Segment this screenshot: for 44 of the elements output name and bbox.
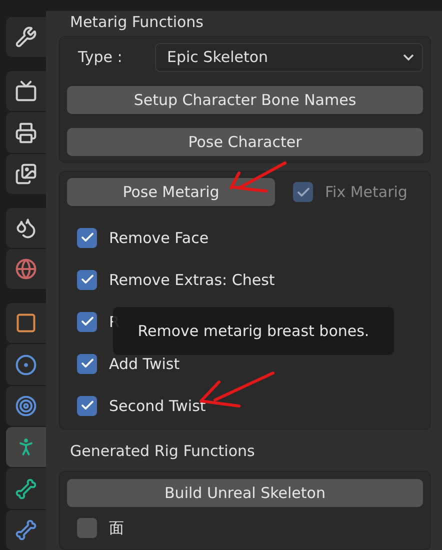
option-label: Remove Face: [109, 228, 209, 249]
monitor-icon: [15, 80, 37, 102]
sidebar-tab[interactable]: [6, 386, 46, 426]
printer-icon: [15, 122, 37, 144]
checkbox[interactable]: [77, 354, 97, 374]
section-title: Metarig Functions: [69, 12, 204, 33]
circle-dot-icon: [15, 354, 37, 376]
bone-icon: [15, 478, 37, 500]
action-button[interactable]: Build Unreal Skeleton: [67, 479, 423, 507]
square-icon: [15, 312, 37, 334]
option-label: R: [109, 312, 120, 333]
checkbox[interactable]: [77, 312, 97, 332]
sidebar-tab[interactable]: [6, 468, 46, 509]
globe-icon: [15, 258, 37, 280]
chevron-icon: [403, 54, 414, 61]
sidebar-tab[interactable]: [6, 208, 46, 248]
target-icon: [15, 394, 37, 417]
sidebar-tab[interactable]: [6, 427, 46, 468]
bone-icon: [15, 518, 37, 541]
checkbox[interactable]: [77, 518, 97, 538]
sidebar-tab[interactable]: [6, 71, 46, 112]
option-label: Remove Extras: Chest: [109, 270, 275, 291]
checkbox[interactable]: [77, 228, 97, 248]
section-title: Generated Rig Functions: [69, 441, 255, 462]
dropdown-value: Epic Skeleton: [167, 47, 268, 68]
wrench-icon: [15, 26, 37, 48]
action-button[interactable]: Pose Metarig: [67, 178, 275, 206]
checkbox[interactable]: [77, 270, 97, 290]
checkbox[interactable]: [77, 396, 97, 416]
option-label: Add Twist: [109, 354, 180, 375]
sidebar-tab[interactable]: [6, 303, 46, 344]
sidebar-tab[interactable]: [6, 154, 46, 194]
option-label: Fix Metarig: [325, 182, 408, 204]
images-icon: [15, 162, 37, 185]
droplets-icon: [15, 216, 37, 239]
action-button[interactable]: Setup Character Bone Names: [67, 86, 423, 114]
type-label: Type :: [77, 47, 124, 68]
type-dropdown[interactable]: Epic Skeleton: [155, 42, 423, 72]
sidebar-tab[interactable]: [6, 17, 46, 58]
option-label: 面: [109, 518, 124, 539]
action-button[interactable]: Pose Character: [67, 128, 423, 156]
sidebar-tab[interactable]: [6, 510, 46, 550]
sidebar-tab[interactable]: [6, 112, 46, 153]
option-label: Second Twist: [109, 396, 206, 417]
